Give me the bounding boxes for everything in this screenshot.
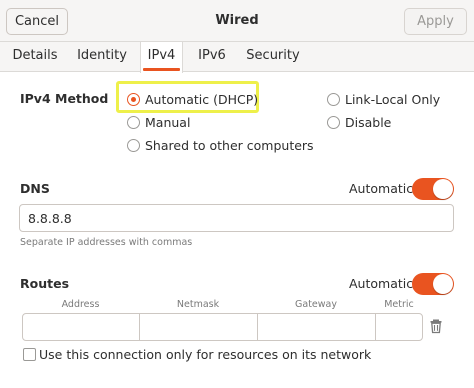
apply-button[interactable]: Apply	[404, 8, 467, 35]
switch-knob	[433, 274, 453, 294]
checkbox[interactable]	[23, 348, 36, 361]
radio-automatic-dhcp[interactable]: Automatic (DHCP)	[127, 90, 258, 108]
radio-label: Shared to other computers	[145, 137, 314, 153]
radio-label: Manual	[145, 114, 191, 130]
routes-automatic-label: Automatic	[349, 276, 414, 291]
tab-ipv6[interactable]: IPv6	[190, 42, 234, 72]
route-metric-input[interactable]	[375, 313, 423, 341]
radio-label: Link-Local Only	[345, 91, 441, 107]
tab-security[interactable]: Security	[242, 42, 304, 72]
radio-manual[interactable]: Manual	[127, 113, 190, 131]
radio-button[interactable]	[127, 92, 140, 106]
only-local-resources-checkbox[interactable]: Use this connection only for resources o…	[23, 347, 371, 362]
radio-button[interactable]	[327, 92, 340, 106]
dialog-title: Wired	[215, 13, 259, 28]
radio-button[interactable]	[127, 115, 140, 129]
dns-hint: Separate IP addresses with commas	[20, 237, 193, 248]
header-bar: Cancel Wired Apply	[0, 0, 474, 42]
tab-identity[interactable]: Identity	[70, 42, 134, 72]
radio-shared[interactable]: Shared to other computers	[127, 136, 314, 154]
tab-ipv4[interactable]: IPv4	[140, 42, 183, 73]
routes-automatic-switch[interactable]	[412, 273, 454, 295]
radio-link-local-only[interactable]: Link-Local Only	[327, 90, 440, 108]
column-header-gateway: Gateway	[295, 299, 337, 310]
column-header-address: Address	[61, 299, 100, 310]
checkbox-label: Use this connection only for resources o…	[39, 347, 372, 362]
dns-automatic-label: Automatic	[349, 181, 414, 196]
radio-button[interactable]	[327, 115, 340, 129]
route-gateway-input[interactable]	[257, 313, 376, 341]
column-header-netmask: Netmask	[176, 299, 220, 310]
radio-button[interactable]	[127, 138, 140, 152]
tab-bar: Details Identity IPv4 IPv6 Security	[0, 42, 474, 73]
dns-label: DNS	[20, 181, 50, 196]
route-netmask-input[interactable]	[139, 313, 258, 341]
switch-knob	[433, 179, 453, 199]
routes-label: Routes	[20, 276, 70, 291]
radio-disable[interactable]: Disable	[327, 113, 391, 131]
trash-icon[interactable]	[428, 318, 444, 334]
dns-automatic-switch[interactable]	[412, 178, 454, 200]
route-address-input[interactable]	[22, 313, 140, 341]
radio-label: Automatic (DHCP)	[145, 91, 259, 107]
ipv4-method-label: IPv4 Method	[20, 91, 109, 106]
radio-label: Disable	[345, 114, 392, 130]
tab-details[interactable]: Details	[6, 42, 64, 72]
column-header-metric: Metric	[384, 299, 414, 310]
dns-input[interactable]: 8.8.8.8	[19, 204, 454, 232]
